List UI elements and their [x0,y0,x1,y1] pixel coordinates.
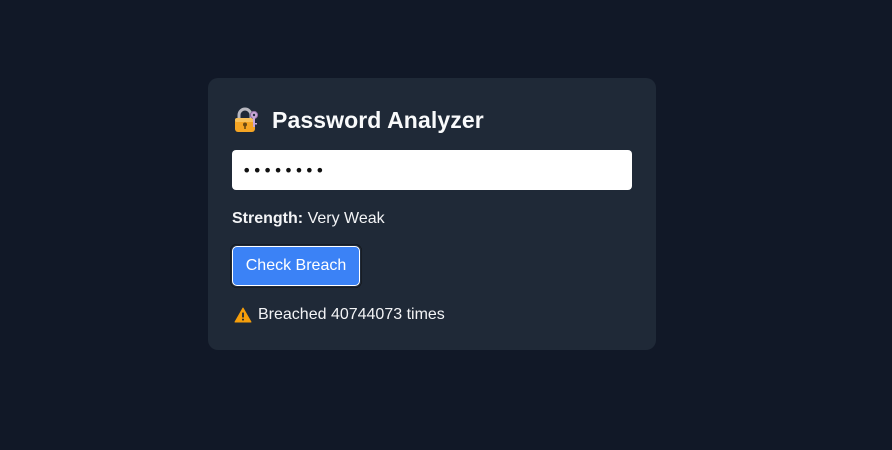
lock-with-key-icon [232,106,260,134]
strength-indicator: Strength: Very Weak [232,208,385,230]
breach-result-text: Breached 40744073 times [258,306,445,323]
title-row: Password Analyzer [232,104,484,136]
password-input[interactable] [232,150,632,190]
check-breach-button[interactable]: Check Breach [232,246,360,286]
strength-label: Strength: [232,210,304,227]
strength-value: Very Weak [307,210,385,227]
breach-result: Breached 40744073 times [234,304,445,326]
analyzer-card: Password Analyzer Strength: Very Weak Ch… [208,78,656,350]
warning-icon [234,307,252,323]
page-title: Password Analyzer [272,106,484,133]
